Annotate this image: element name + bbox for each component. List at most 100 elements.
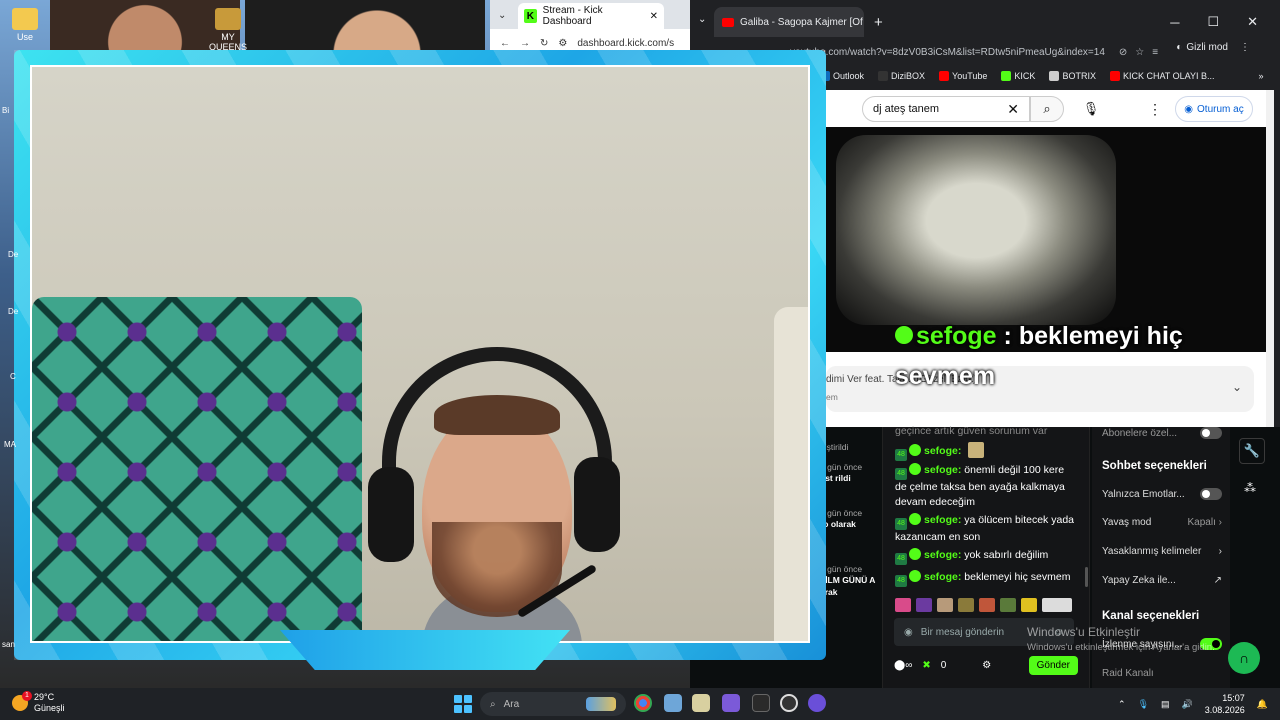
clock-date: 3.08.2026 (1204, 705, 1245, 715)
emote-icon[interactable] (1000, 598, 1016, 612)
reload-icon[interactable]: ↻ (540, 38, 548, 49)
chat-scrollbar[interactable] (1085, 567, 1088, 587)
emote-icon[interactable] (916, 598, 932, 612)
bookmark-kick-chat[interactable]: KICK CHAT OLAYI B... (1109, 71, 1214, 81)
youtube-icon (939, 71, 950, 81)
site-info-icon[interactable]: ⚙ (558, 38, 567, 49)
bookmark-kick[interactable]: KICK (1001, 71, 1035, 81)
maximize-icon[interactable]: ☐ (1207, 14, 1219, 30)
back-icon[interactable]: ← (500, 38, 510, 49)
raid-row[interactable]: Raid Kanalı (1102, 668, 1222, 679)
desktop-icon-my-queens[interactable]: MY QUEENS (203, 8, 253, 52)
toggle-switch[interactable] (1200, 427, 1222, 439)
section-title: Kanal seçenekleri (1102, 610, 1222, 622)
chat-username[interactable]: sefoge: (924, 514, 961, 526)
more-options-button[interactable]: ⋮ (1148, 98, 1162, 120)
incognito-indicator[interactable]: ◐ Gizli mod ⋮ (1176, 42, 1250, 53)
close-window-icon[interactable]: ✕ (1247, 14, 1258, 30)
verified-badge-icon (895, 326, 913, 344)
headset-earcup (368, 467, 414, 562)
tab-kick-dashboard[interactable]: K Stream - Kick Dashboard ✕ (518, 3, 664, 29)
eye-off-icon[interactable]: ⊘ (1119, 47, 1127, 58)
app-icon[interactable] (808, 694, 826, 712)
bookmark-botrix[interactable]: BOTRIX (1049, 71, 1096, 81)
minimize-icon[interactable]: ─ (1170, 15, 1179, 30)
chevron-down-icon[interactable]: ⌄ (1232, 380, 1242, 394)
search-input[interactable]: dj ateş tanem ✕ (862, 96, 1030, 122)
apps-icon[interactable]: ⁂ (1244, 481, 1256, 495)
webcam-frame-tab (280, 630, 570, 670)
bookmark-dizibox[interactable]: DiziBOX (878, 71, 925, 81)
ai-moderation-row[interactable]: Yapay Zeka ile... ↗ (1102, 575, 1222, 586)
notification-bell-icon[interactable]: 🔔 (1257, 699, 1268, 710)
window-controls: ─ ☐ ✕ (1170, 0, 1280, 44)
clock[interactable]: 15:07 3.08.2026 (1205, 692, 1245, 716)
photos-icon[interactable] (664, 694, 682, 712)
emote-icon[interactable] (1042, 598, 1072, 612)
emote-icon[interactable] (937, 598, 953, 612)
chrome-icon[interactable] (634, 694, 652, 712)
network-icon[interactable]: ▤ (1161, 699, 1170, 710)
feed-time: 1 gün önce (820, 462, 863, 472)
url-text: youtube.com/watch?v=8dzV0B3iCsM&list=RDt… (790, 46, 1105, 58)
more-icon[interactable]: ⋮ (1240, 42, 1250, 53)
desktop-label: Bi (2, 106, 10, 115)
chat-message: 48 sefoge: yok sabırlı değilim (895, 548, 1077, 565)
floating-action-button[interactable]: ∩ (1228, 642, 1260, 674)
subs-only-row[interactable]: Abonelere özel... (1102, 427, 1222, 439)
chevron-down-icon[interactable]: ⌄ (698, 14, 706, 25)
scrollbar[interactable] (1266, 90, 1274, 427)
chat-username[interactable]: sefoge: (924, 464, 961, 476)
toggle-switch[interactable] (1200, 488, 1222, 500)
emotes-only-row[interactable]: Yalnızca Emotlar... (1102, 488, 1222, 500)
incognito-label: Gizli mod (1186, 42, 1228, 53)
desktop-label: C (10, 372, 16, 381)
emote-icon[interactable] (1021, 598, 1037, 612)
weather-widget[interactable]: 1 29°C Güneşli (12, 691, 65, 714)
forward-icon[interactable]: → (520, 38, 530, 49)
banned-words-row[interactable]: Yasaklanmış kelimeler › (1102, 546, 1222, 557)
emote-icon[interactable] (895, 598, 911, 612)
chat-username[interactable]: sefoge: (924, 571, 961, 583)
settings-gear-icon[interactable]: ⚙ (982, 660, 991, 671)
bookmark-star-icon[interactable]: ☆ (1135, 47, 1144, 58)
desktop-icon-user-folder[interactable]: Use (0, 8, 50, 42)
chat-username[interactable]: sefoge: (924, 445, 961, 457)
chevron-up-icon[interactable]: ⌃ (1118, 699, 1126, 710)
start-button[interactable] (454, 695, 472, 713)
microphone-icon[interactable]: 🎙 (1138, 699, 1149, 710)
chevron-down-icon[interactable]: ⌄ (498, 10, 506, 21)
emote-icon[interactable] (979, 598, 995, 612)
voice-search-button[interactable]: 🎙 (1080, 98, 1102, 120)
subscriber-badge-icon: 48 (895, 518, 907, 530)
search-value: dj ateş tanem (873, 103, 940, 115)
taskbar-search[interactable]: ⌕ Ara (480, 692, 626, 716)
search-button[interactable]: ⌕ (1030, 96, 1064, 122)
channel-points-icon[interactable]: ⬤∞ (894, 660, 912, 671)
new-tab-icon[interactable]: + (874, 14, 883, 31)
sign-in-button[interactable]: ◉ Oturum aç (1175, 96, 1253, 122)
chevron-right-icon[interactable]: » (1258, 71, 1263, 81)
emote-icon[interactable] (958, 598, 974, 612)
chat-username[interactable]: sefoge: (924, 549, 961, 561)
close-icon[interactable]: ✕ (650, 11, 658, 22)
epic-games-icon[interactable] (752, 694, 770, 712)
stream-overlay-chat: sefoge : beklemeyi hiç sevmem (895, 316, 1215, 396)
slow-mode-row[interactable]: Yavaş mod Kapalı › (1102, 517, 1222, 528)
obs-icon[interactable] (780, 694, 798, 712)
teams-icon[interactable] (722, 694, 740, 712)
search-placeholder: Ara (503, 698, 520, 710)
webcam-video (30, 65, 810, 643)
clear-icon[interactable]: ✕ (1007, 101, 1019, 118)
section-title-text: Sohbet seçenekleri (1102, 460, 1207, 472)
tab-youtube-video[interactable]: Galiba - Sagopa Kajmer [Of 🔊 ✕ (714, 7, 864, 37)
volume-icon[interactable]: 🔊 (1182, 699, 1193, 710)
bookmark-outlook[interactable]: Outlook (820, 71, 864, 81)
media-player-icon[interactable] (692, 694, 710, 712)
account-icon: ◉ (1184, 103, 1194, 115)
media-queue-icon[interactable]: ≡ (1152, 47, 1158, 58)
verified-badge-icon (909, 513, 921, 525)
bookmark-youtube[interactable]: YouTube (939, 71, 987, 81)
send-button[interactable]: Gönder (1028, 655, 1078, 675)
wrench-button[interactable]: 🔧 (1239, 438, 1265, 464)
